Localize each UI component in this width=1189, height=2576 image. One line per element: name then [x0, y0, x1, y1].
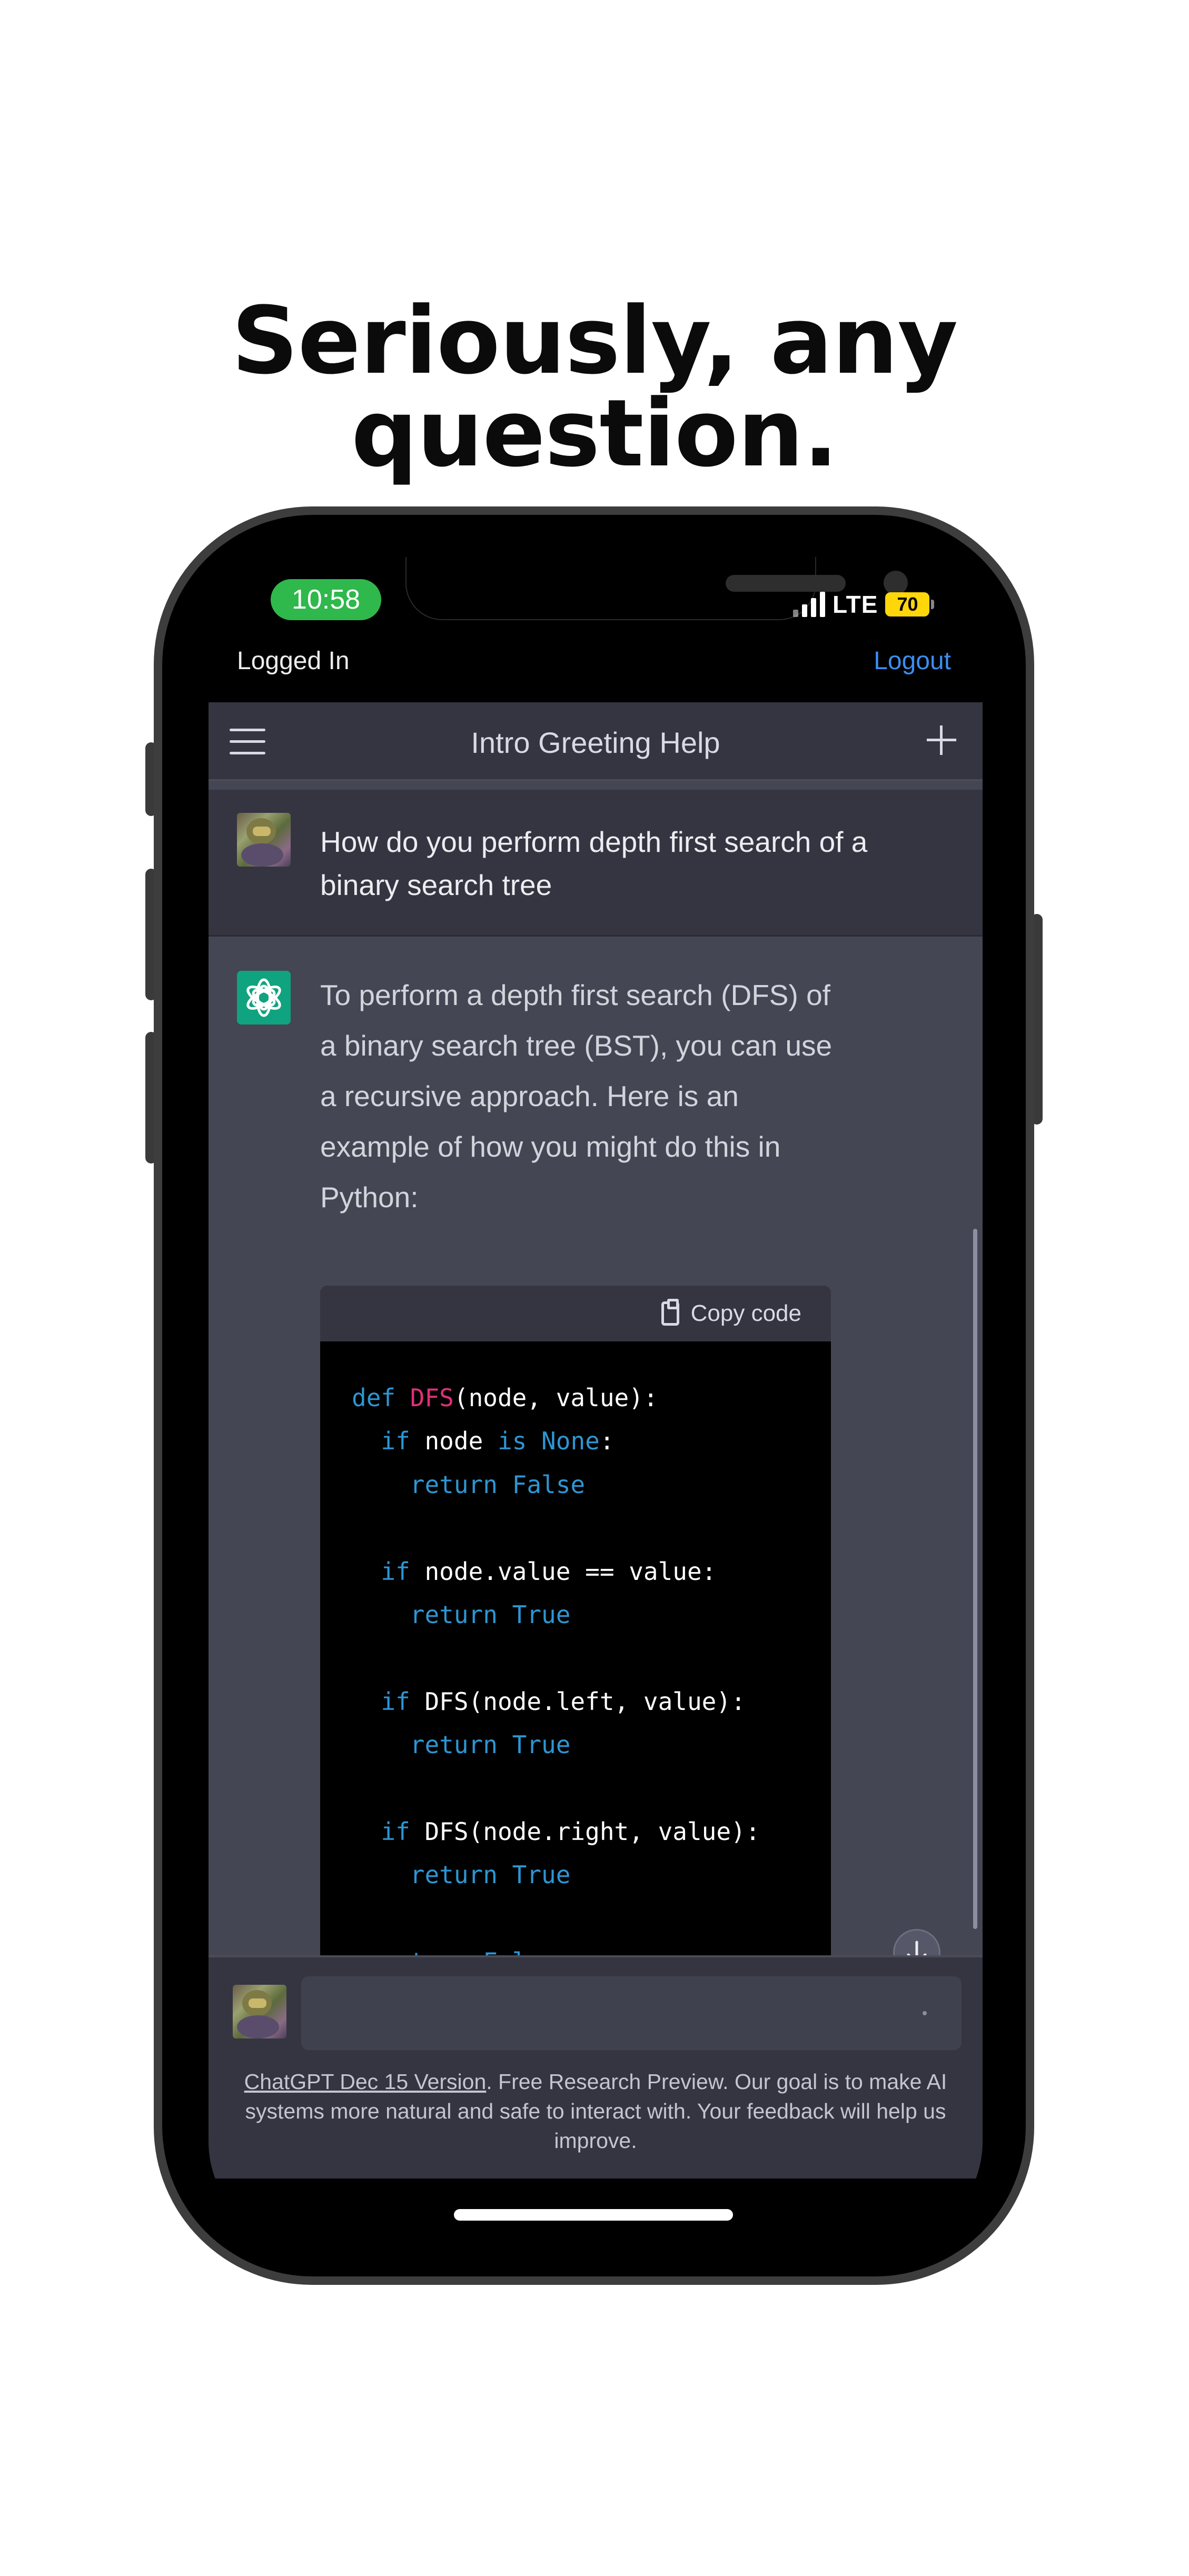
- arrow-down-icon[interactable]: [893, 1929, 940, 1955]
- openai-logo-icon: [237, 971, 291, 1025]
- code-token: return True: [410, 1861, 571, 1889]
- code-line: return False: [352, 1940, 760, 1955]
- signal-bars-icon: [793, 592, 825, 617]
- user-message: How do you perform depth first search of…: [209, 790, 983, 937]
- phone-screen: 10:58 LTE 70 Logged In Logout Intro Gree…: [209, 557, 983, 2247]
- code-line: if DFS(node.left, value):: [352, 1680, 760, 1723]
- chat-title: Intro Greeting Help: [471, 726, 720, 759]
- code-line: return True: [352, 1853, 760, 1896]
- battery-level: 70: [885, 592, 930, 616]
- code-token: DFS(node.left, value):: [424, 1687, 746, 1716]
- code-line: if node is None:: [352, 1419, 760, 1463]
- copy-code-label: Copy code: [690, 1300, 801, 1326]
- copy-code-button[interactable]: Copy code: [661, 1299, 801, 1327]
- plus-icon[interactable]: [927, 725, 956, 755]
- battery-icon: 70: [885, 592, 935, 616]
- scrollbar[interactable]: [973, 1229, 977, 1929]
- code-token: if: [381, 1817, 425, 1846]
- code-token: return True: [410, 1600, 571, 1629]
- code-content: def DFS(node, value): if node is None: r…: [352, 1376, 760, 1955]
- composer-area: ChatGPT Dec 15 Version. Free Research Pr…: [209, 1955, 983, 2179]
- code-token: :: [599, 1427, 615, 1456]
- code-block: Copy code def DFS(node, value): if node …: [320, 1286, 831, 1955]
- logout-link[interactable]: Logout: [874, 647, 951, 675]
- code-line: if node.value == value:: [352, 1550, 760, 1593]
- status-time: 10:58: [271, 579, 381, 620]
- status-indicators: LTE 70: [793, 589, 935, 620]
- code-token: is None: [497, 1427, 600, 1456]
- home-indicator[interactable]: [454, 2209, 733, 2221]
- network-type: LTE: [833, 591, 878, 618]
- code-token: node: [424, 1427, 498, 1456]
- conversation[interactable]: How do you perform depth first search of…: [209, 781, 983, 1955]
- marketing-headline: Seriously, any question.: [231, 287, 958, 488]
- code-token: if: [381, 1687, 425, 1716]
- version-link[interactable]: ChatGPT Dec 15 Version: [244, 2070, 487, 2094]
- footer-disclaimer: ChatGPT Dec 15 Version. Free Research Pr…: [224, 2067, 967, 2155]
- code-token: DFS(node.right, value):: [424, 1817, 760, 1846]
- code-line: return False: [352, 1463, 760, 1506]
- code-line: return True: [352, 1723, 760, 1766]
- phone-notch: [405, 557, 908, 620]
- clipboard-icon: [661, 1299, 679, 1326]
- code-token: return False: [381, 1947, 556, 1955]
- code-token: (node, value):: [453, 1384, 658, 1412]
- user-message-text: How do you perform depth first search of…: [320, 825, 868, 901]
- code-token: def: [352, 1384, 410, 1412]
- code-token: DFS: [410, 1384, 454, 1412]
- code-token: return True: [410, 1730, 571, 1759]
- chat-header: Intro Greeting Help: [209, 702, 983, 781]
- code-line: return True: [352, 1593, 760, 1636]
- code-token: node.value == value:: [424, 1557, 717, 1586]
- code-line: if DFS(node.right, value):: [352, 1810, 760, 1853]
- user-avatar: [233, 1985, 286, 2038]
- assistant-message-text: To perform a depth first search (DFS) of…: [320, 979, 833, 1214]
- code-line: def DFS(node, value):: [352, 1376, 760, 1419]
- user-avatar: [237, 813, 291, 867]
- message-input[interactable]: [301, 1976, 962, 2050]
- code-token: if: [381, 1427, 425, 1456]
- code-token: return False: [410, 1470, 586, 1499]
- code-token: if: [381, 1557, 425, 1586]
- login-status: Logged In: [237, 647, 350, 675]
- send-icon[interactable]: [923, 2011, 927, 2015]
- code-block-header: Copy code: [320, 1286, 831, 1341]
